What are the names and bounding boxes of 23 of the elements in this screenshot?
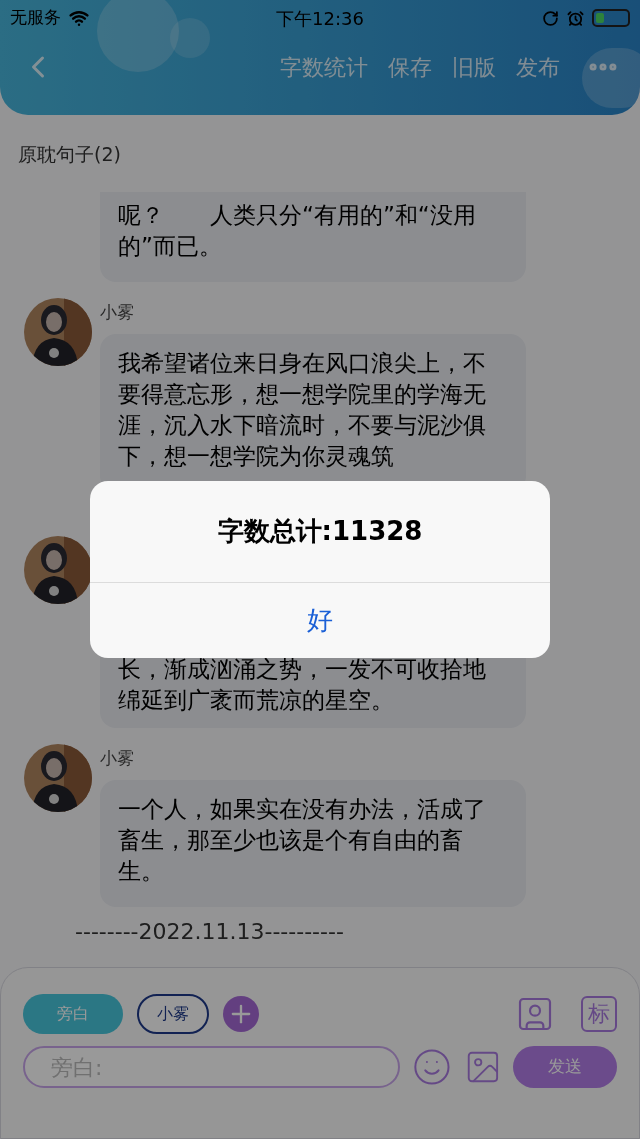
alarm-icon <box>567 9 584 27</box>
rotation-lock-icon <box>542 9 559 27</box>
nav-action[interactable]: 旧版 <box>452 50 496 84</box>
sender-name: 小雾 <box>100 747 135 770</box>
message-bubble: 呢？ 人类只分“有用的”和“没用的”而已。 <box>100 192 526 282</box>
message-bubble: 一个人，如果实在没有办法，活成了畜生，那至少也该是个有自由的畜生。 <box>100 780 526 907</box>
wifi-icon <box>69 8 89 28</box>
tag-button[interactable]: 标 <box>581 996 617 1032</box>
alert-message: 字数总计:11328 <box>217 515 423 548</box>
emoji-icon[interactable] <box>411 1047 452 1087</box>
send-button[interactable]: 发送 <box>513 1046 617 1088</box>
nav-action[interactable]: 发布 <box>516 50 560 84</box>
date-divider: --------2022.11.13---------- <box>75 918 344 946</box>
sender-name: 小雾 <box>100 301 135 324</box>
nav-action[interactable]: 保存 <box>388 50 432 84</box>
battery-icon <box>592 9 630 27</box>
speaker-chip[interactable]: 旁白 <box>23 994 123 1034</box>
carrier-text: 无服务 <box>10 6 61 30</box>
add-speaker-button[interactable] <box>223 996 259 1032</box>
speaker-chip[interactable]: 小雾 <box>137 994 209 1034</box>
page-title: 原耽句子(2) <box>18 142 121 167</box>
status-time: 下午12:36 <box>276 6 364 31</box>
nav-action[interactable]: 字数统计 <box>280 50 368 84</box>
